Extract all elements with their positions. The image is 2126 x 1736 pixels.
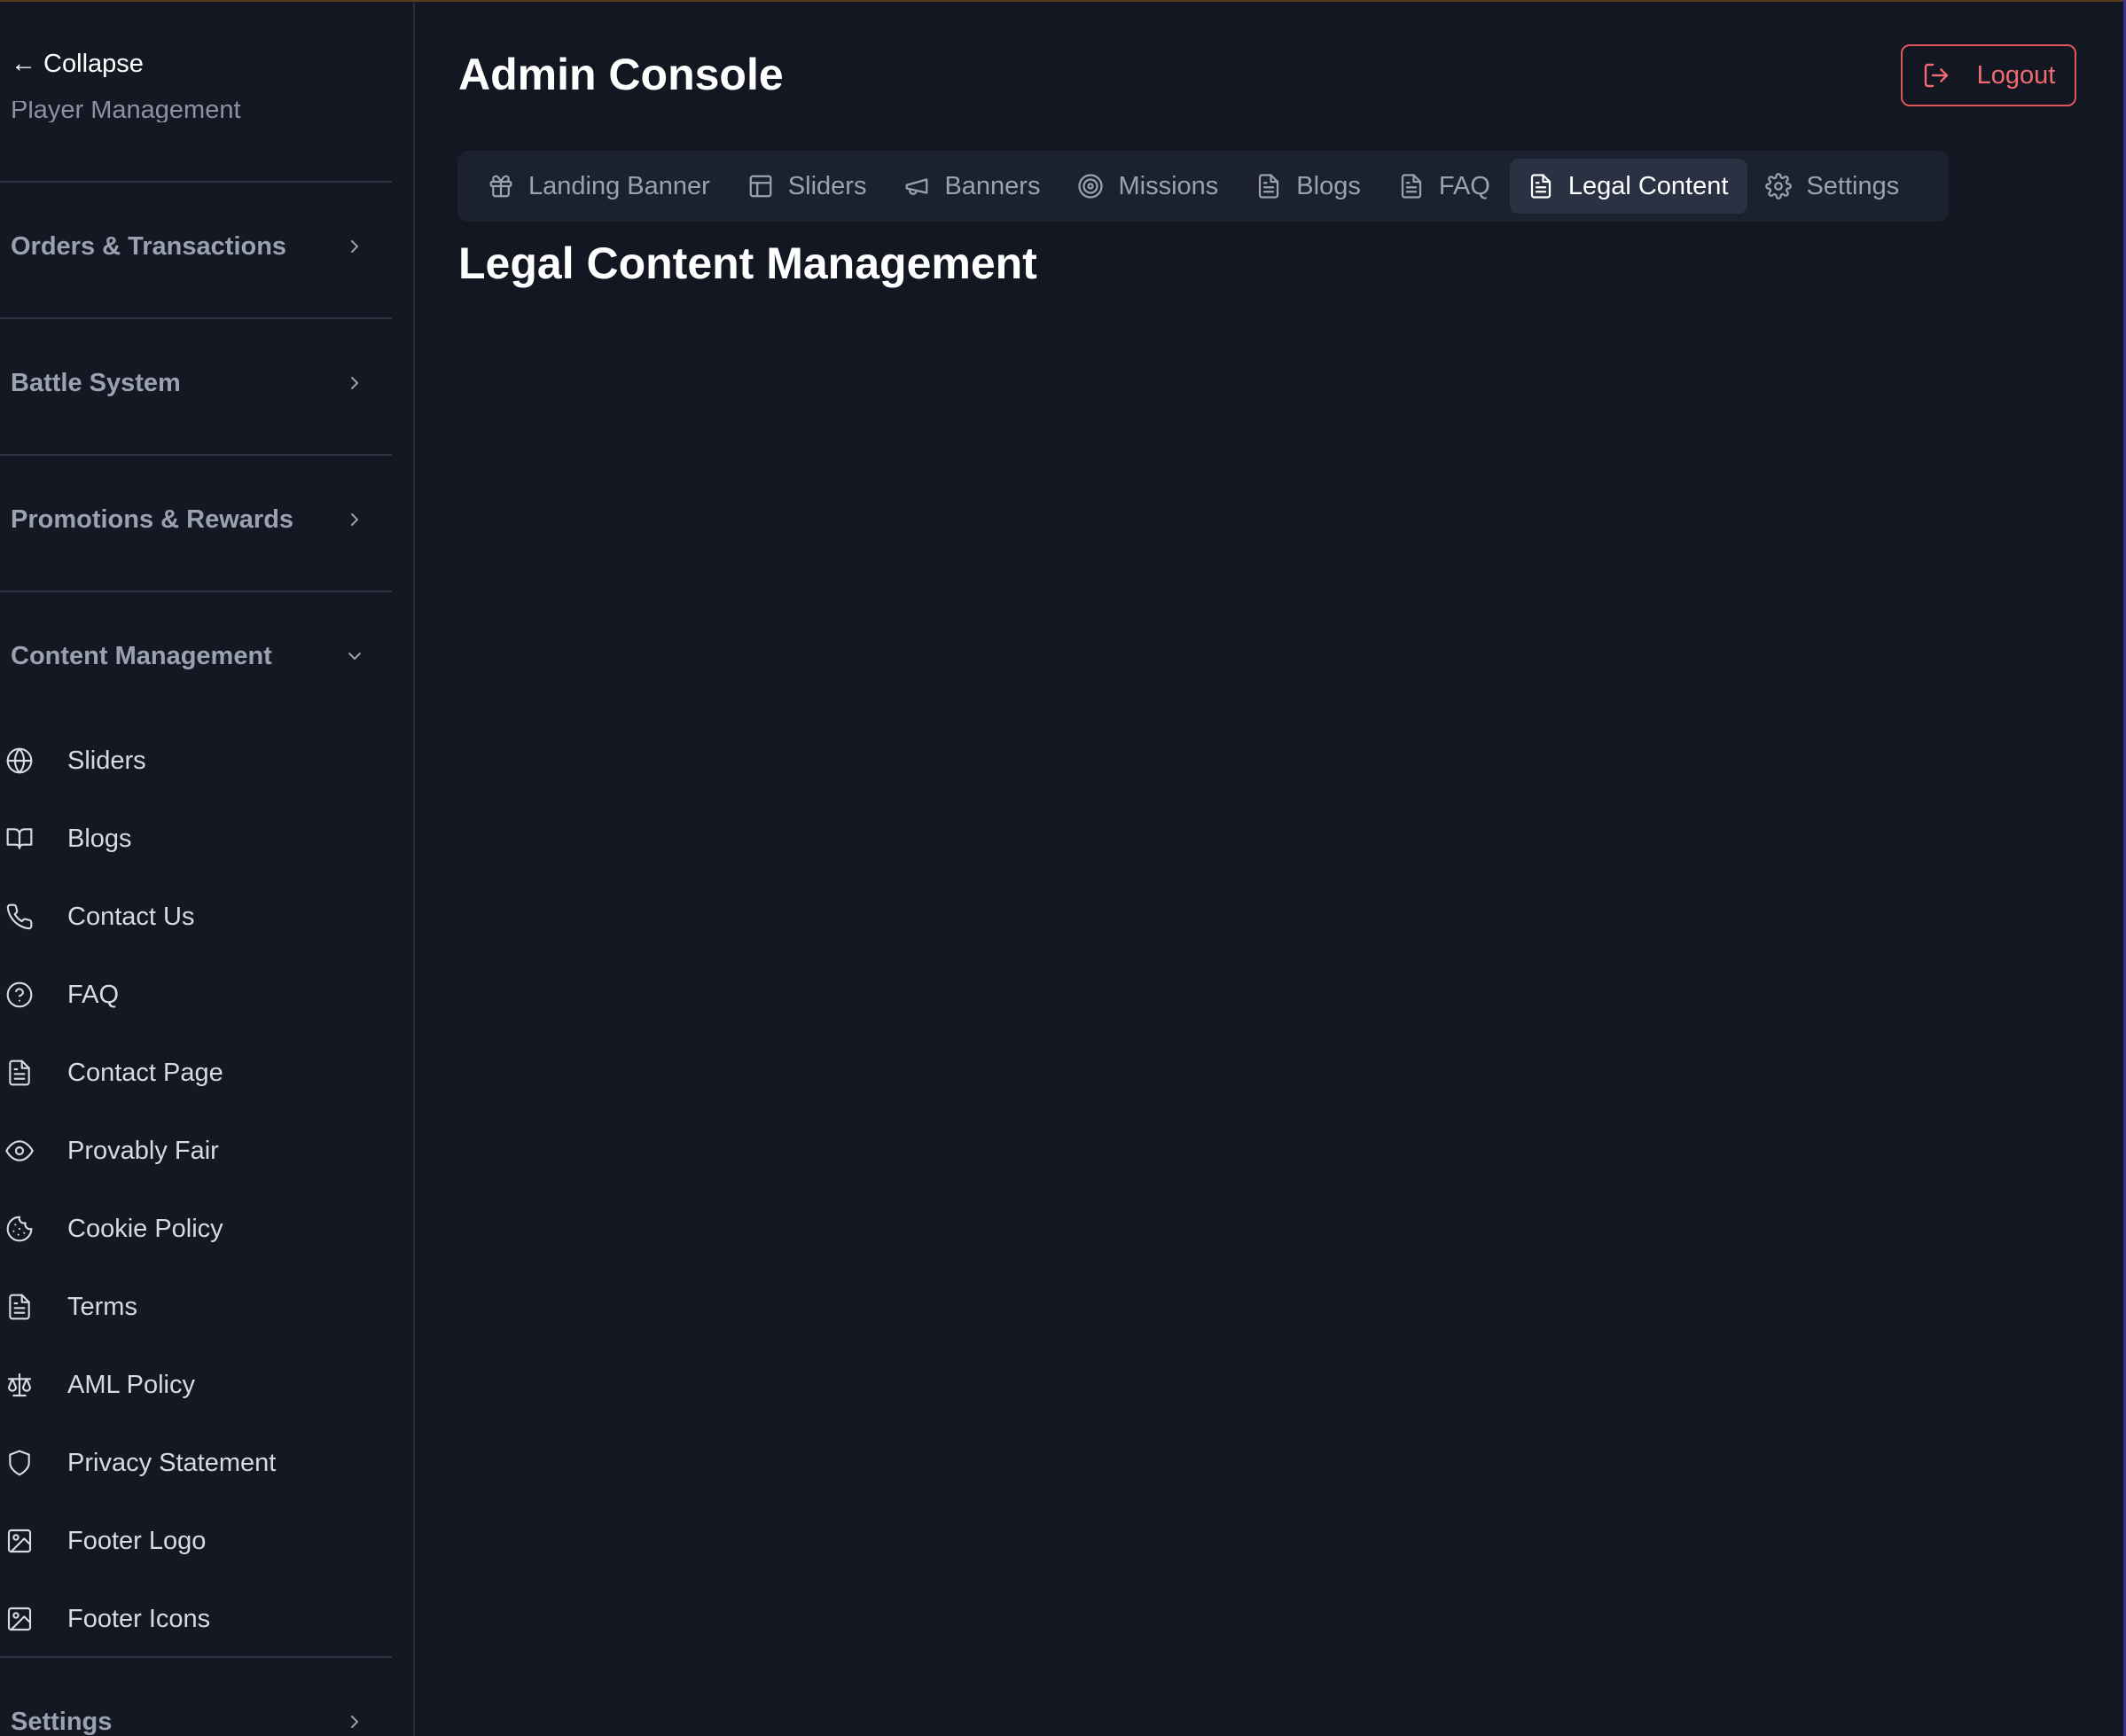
sidebar-item-label: Contact Page	[67, 1058, 223, 1087]
tab-label: Settings	[1806, 171, 1900, 200]
help-circle-icon	[2, 977, 37, 1013]
section-label: Promotions & Rewards	[11, 504, 294, 534]
sidebar-item-label: Blogs	[67, 824, 132, 853]
tab-label: Missions	[1118, 171, 1219, 200]
sidebar-item-label: AML Policy	[67, 1370, 195, 1399]
sidebar-item-label: Contact Us	[67, 902, 195, 931]
tab-label: FAQ	[1438, 171, 1490, 200]
sidebar-item-label: Footer Icons	[67, 1604, 211, 1633]
divider	[0, 181, 392, 183]
sidebar-item-privacy-statement[interactable]: Privacy Statement	[0, 1424, 392, 1502]
sidebar-item-footer-logo[interactable]: Footer Logo	[0, 1502, 392, 1580]
chevron-right-icon	[351, 377, 358, 389]
section-settings[interactable]: Settings	[11, 1704, 365, 1736]
section-label: Settings	[11, 1707, 113, 1736]
collapse-button[interactable]: ← Collapse	[11, 46, 144, 82]
section-content-management[interactable]: Content Management	[11, 638, 365, 674]
tab-label: Banners	[944, 171, 1041, 200]
tab-banners[interactable]: Banners	[886, 159, 1059, 214]
shield-icon	[2, 1445, 37, 1481]
sidebar-item-faq[interactable]: FAQ	[0, 956, 392, 1034]
content-tabs: Landing Banner Sliders Banners Missions …	[457, 151, 1949, 222]
tab-settings[interactable]: Settings	[1747, 159, 1919, 214]
section-label: Battle System	[11, 368, 181, 397]
tab-label: Legal Content	[1567, 171, 1729, 200]
tab-sliders[interactable]: Sliders	[730, 159, 887, 214]
tab-landing-banner[interactable]: Landing Banner	[470, 159, 730, 214]
settings-icon	[1765, 173, 1793, 199]
scale-icon	[2, 1367, 37, 1403]
sidebar-item-sliders[interactable]: Sliders	[0, 722, 392, 800]
page-title: Admin Console	[458, 50, 784, 99]
layout-icon	[749, 175, 772, 198]
divider	[0, 454, 392, 456]
tab-missions[interactable]: Missions	[1059, 159, 1238, 214]
file-text-icon	[2, 1289, 37, 1325]
sidebar-item-label: Terms	[67, 1292, 137, 1321]
tab-legal-content[interactable]: Legal Content	[1509, 159, 1748, 214]
file-text-icon	[2, 1055, 37, 1091]
file-text-icon	[1530, 174, 1551, 199]
sidebar: ← Collapse Player Management Orders & Tr…	[0, 2, 415, 1736]
file-text-icon	[1401, 174, 1421, 199]
image-icon	[2, 1523, 37, 1559]
phone-icon	[2, 899, 37, 934]
section-label: Orders & Transactions	[11, 231, 287, 261]
section-label: Content Management	[11, 641, 272, 670]
logout-label: Logout	[1976, 60, 2056, 90]
sidebar-item-label: Sliders	[67, 746, 146, 775]
sidebar-item-blogs[interactable]: Blogs	[0, 800, 392, 878]
section-orders-transactions[interactable]: Orders & Transactions	[11, 229, 365, 264]
target-icon	[1078, 174, 1104, 199]
sidebar-item-label: Footer Logo	[67, 1526, 207, 1555]
tab-label: Blogs	[1296, 171, 1361, 200]
image-icon	[2, 1601, 37, 1637]
megaphone-icon	[906, 178, 928, 195]
divider	[0, 317, 392, 319]
section-battle-system[interactable]: Battle System	[11, 365, 365, 401]
sidebar-item-cookie-policy[interactable]: Cookie Policy	[0, 1190, 392, 1268]
content-management-list: Sliders Blogs Contact Us FAQ Contact Pag…	[0, 722, 392, 1658]
logout-button[interactable]: Logout	[1901, 44, 2076, 106]
gift-icon	[489, 175, 512, 198]
divider	[0, 1656, 392, 1658]
collapse-label: ← Collapse	[11, 49, 144, 78]
tab-label: Sliders	[787, 171, 867, 200]
file-text-icon	[1259, 174, 1279, 199]
sidebar-item-label: Privacy Statement	[67, 1448, 277, 1477]
tab-blogs[interactable]: Blogs	[1238, 159, 1380, 214]
section-promotions-rewards[interactable]: Promotions & Rewards	[11, 502, 365, 537]
logout-icon	[1924, 63, 1948, 88]
sidebar-item-contact-us[interactable]: Contact Us	[0, 878, 392, 956]
book-icon	[2, 821, 37, 856]
sidebar-item-label: Cookie Policy	[67, 1214, 223, 1243]
sidebar-item-label: FAQ	[67, 980, 120, 1009]
eye-icon	[2, 1133, 37, 1169]
sidebar-item-aml-policy[interactable]: AML Policy	[0, 1346, 392, 1424]
section-title: Legal Content Management	[458, 239, 1037, 288]
sidebar-clipped-section: Player Management	[11, 101, 241, 122]
chevron-right-icon	[351, 1716, 358, 1728]
globe-icon	[2, 743, 37, 778]
chevron-right-icon	[351, 240, 358, 253]
tab-faq[interactable]: FAQ	[1380, 159, 1510, 214]
sidebar-item-terms[interactable]: Terms	[0, 1268, 392, 1346]
sidebar-item-footer-icons[interactable]: Footer Icons	[0, 1580, 392, 1658]
sidebar-item-provably-fair[interactable]: Provably Fair	[0, 1112, 392, 1190]
sidebar-item-contact-page[interactable]: Contact Page	[0, 1034, 392, 1112]
chevron-right-icon	[351, 513, 358, 526]
cookie-icon	[2, 1211, 37, 1247]
divider	[0, 590, 392, 592]
tab-label: Landing Banner	[528, 171, 710, 200]
chevron-down-icon	[348, 653, 361, 660]
sidebar-item-label: Provably Fair	[67, 1136, 219, 1165]
